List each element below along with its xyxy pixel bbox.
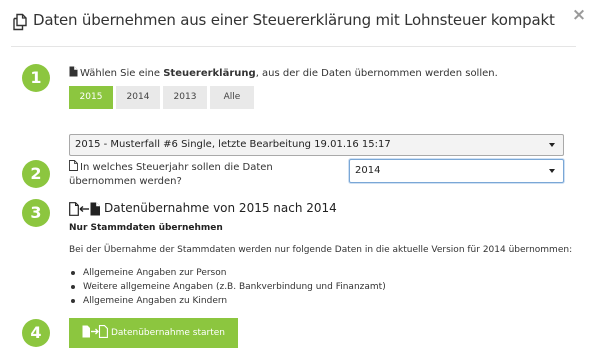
target-year-select[interactable]: 2014 <box>349 159 564 183</box>
sub-heading: Nur Stammdaten übernehmen <box>69 223 223 233</box>
instruction-bold: Steuererklärung <box>163 68 256 79</box>
data-transfer-dialog: Daten übernehmen aus einer Steuererkläru… <box>0 0 590 359</box>
step-1-badge: 1 <box>22 64 50 92</box>
transfer-items-list: Allgemeine Angaben zur Person Weitere al… <box>69 266 386 308</box>
list-item: Allgemeine Angaben zu Kindern <box>69 294 386 308</box>
start-transfer-button[interactable]: Datenübernahme starten <box>69 318 238 348</box>
tab-2013[interactable]: 2013 <box>163 86 207 109</box>
chevron-down-icon <box>549 143 555 147</box>
tab-2015[interactable]: 2015 <box>69 86 113 109</box>
file-icon <box>69 66 78 77</box>
step-4-badge: 4 <box>22 319 50 347</box>
target-year-question: In welches Steuerjahr sollen die Daten ü… <box>69 162 273 187</box>
transfer-icon <box>69 202 100 216</box>
step-2-badge: 2 <box>22 160 50 188</box>
transfer-title: Datenübernahme von 2015 nach 2014 <box>104 201 337 215</box>
target-year-select-value: 2014 <box>355 165 381 176</box>
dialog-header: Daten übernehmen aus einer Steuererkläru… <box>0 0 590 46</box>
copy-icon <box>13 13 27 31</box>
step-1-instruction: Wählen Sie eine Steuererklärung, aus der… <box>69 66 498 79</box>
transfer-description: Bei der Übernahme der Stammdaten werden … <box>69 245 573 255</box>
step-3-badge: 3 <box>22 199 50 227</box>
close-icon[interactable]: × <box>570 6 588 24</box>
chevron-down-icon <box>549 169 555 173</box>
list-item: Allgemeine Angaben zur Person <box>69 266 386 280</box>
start-transfer-label: Datenübernahme starten <box>110 328 225 338</box>
transfer-icon <box>82 325 108 338</box>
tax-return-select-value: 2015 - Musterfall #6 Single, letzte Bear… <box>75 139 391 150</box>
header-divider <box>11 46 576 47</box>
tax-return-select[interactable]: 2015 - Musterfall #6 Single, letzte Bear… <box>69 134 564 156</box>
list-item: Weitere allgemeine Angaben (z.B. Bankver… <box>69 280 386 294</box>
instruction-prefix: Wählen Sie eine <box>80 68 164 79</box>
step-2-question: In welches Steuerjahr sollen die Daten ü… <box>69 160 339 189</box>
dialog-title: Daten übernehmen aus einer Steuererkläru… <box>33 11 555 29</box>
file-outline-icon <box>69 160 78 171</box>
tab-2014[interactable]: 2014 <box>116 86 160 109</box>
tab-all[interactable]: Alle <box>210 86 254 109</box>
instruction-suffix: , aus der die Daten übernommen werden so… <box>255 68 498 79</box>
